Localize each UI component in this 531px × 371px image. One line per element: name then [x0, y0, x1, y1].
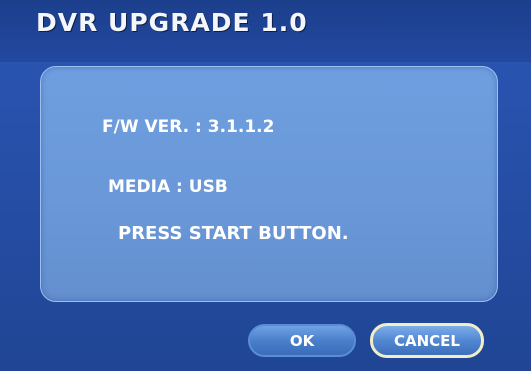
upgrade-dialog: DVR UPGRADE 1.0 F/W VER. : 3.1.1.2 MEDIA…	[0, 0, 531, 371]
media-label: MEDIA : USB	[108, 177, 228, 197]
firmware-version-label: F/W VER. : 3.1.1.2	[102, 117, 275, 137]
ok-button-label: OK	[289, 331, 315, 350]
cancel-button[interactable]: CANCEL	[370, 323, 484, 358]
instruction-text: PRESS START BUTTON.	[118, 223, 349, 244]
dialog-title: DVR UPGRADE 1.0	[36, 8, 308, 37]
ok-button[interactable]: OK	[248, 324, 356, 357]
cancel-button-label: CANCEL	[394, 331, 460, 350]
